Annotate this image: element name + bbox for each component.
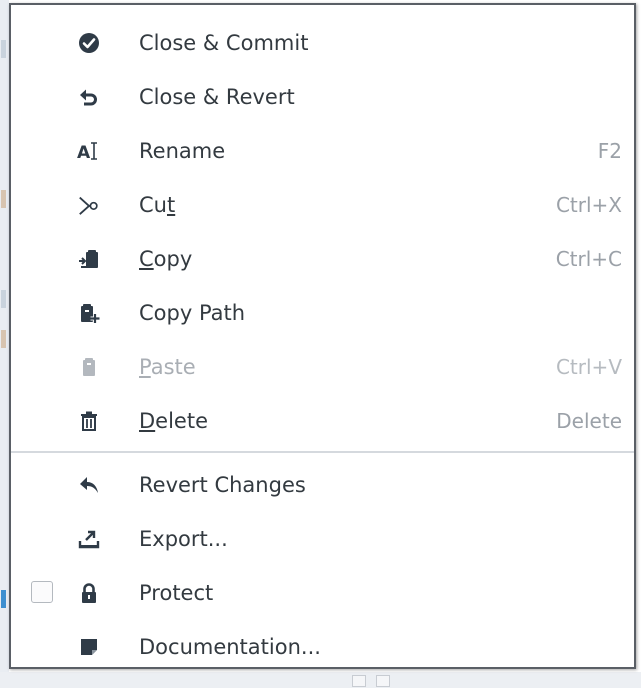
background-app-edge <box>0 0 9 688</box>
menu-separator <box>11 451 634 453</box>
menu-item-label: Documentation... <box>139 635 321 659</box>
svg-text:A: A <box>77 143 91 162</box>
menu-item-delete[interactable]: Delete Delete <box>11 398 634 444</box>
menu-item-shortcut: Ctrl+X <box>555 193 622 217</box>
check-circle-icon <box>77 31 101 55</box>
menu-item-label: Copy Path <box>139 301 246 325</box>
text-cursor-icon: A <box>77 139 101 163</box>
menu-item-shortcut: Ctrl+C <box>555 247 622 271</box>
export-icon <box>77 527 101 551</box>
menu-item-label: Export... <box>139 527 228 551</box>
menu-item-copy[interactable]: Copy Ctrl+C <box>11 236 634 282</box>
menu-item-shortcut: F2 <box>597 139 622 163</box>
menu-item-copy-path[interactable]: Copy Path <box>11 290 634 336</box>
document-icon <box>77 635 101 659</box>
background-mark <box>1 330 6 348</box>
menu-item-rename[interactable]: A Rename F2 <box>11 128 634 174</box>
trash-icon <box>77 409 101 433</box>
scissors-icon <box>77 193 101 217</box>
menu-item-label: Close & Revert <box>139 85 295 109</box>
menu-item-label: Delete <box>139 409 208 433</box>
menu-item-shortcut: Delete <box>556 409 622 433</box>
menu-item-shortcut: Ctrl+V <box>555 355 622 379</box>
background-scroll-segment <box>352 675 366 687</box>
background-mark <box>1 290 6 308</box>
menu-item-label: Protect <box>139 581 214 605</box>
context-menu: Close & Commit Close & Revert A Rename F… <box>9 3 636 669</box>
background-mark <box>1 190 6 208</box>
menu-item-revert-changes[interactable]: Revert Changes <box>11 462 634 508</box>
menu-item-paste[interactable]: Paste Ctrl+V <box>11 344 634 390</box>
menu-item-label: Copy <box>139 247 193 271</box>
background-mark <box>1 40 6 58</box>
background-mark <box>1 590 6 608</box>
menu-item-close-commit[interactable]: Close & Commit <box>11 20 634 66</box>
menu-item-cut[interactable]: Cut Ctrl+X <box>11 182 634 228</box>
copy-icon <box>77 247 101 271</box>
menu-item-label: Revert Changes <box>139 473 306 497</box>
background-app-bottom <box>0 672 641 688</box>
menu-item-label: Cut <box>139 193 176 217</box>
lock-icon <box>77 581 101 605</box>
menu-item-close-revert[interactable]: Close & Revert <box>11 74 634 120</box>
menu-item-documentation[interactable]: Documentation... <box>11 624 634 670</box>
menu-item-label: Close & Commit <box>139 31 309 55</box>
menu-item-label: Paste <box>139 355 196 379</box>
menu-item-protect[interactable]: Protect <box>11 570 634 616</box>
reply-arrow-icon <box>77 473 101 497</box>
protect-checkbox[interactable] <box>31 581 53 603</box>
menu-item-export[interactable]: Export... <box>11 516 634 562</box>
background-scroll-segment <box>376 675 390 687</box>
clipboard-plus-icon <box>77 301 101 325</box>
undo-icon <box>77 85 101 109</box>
menu-item-label: Rename <box>139 139 226 163</box>
clipboard-icon <box>77 355 101 379</box>
